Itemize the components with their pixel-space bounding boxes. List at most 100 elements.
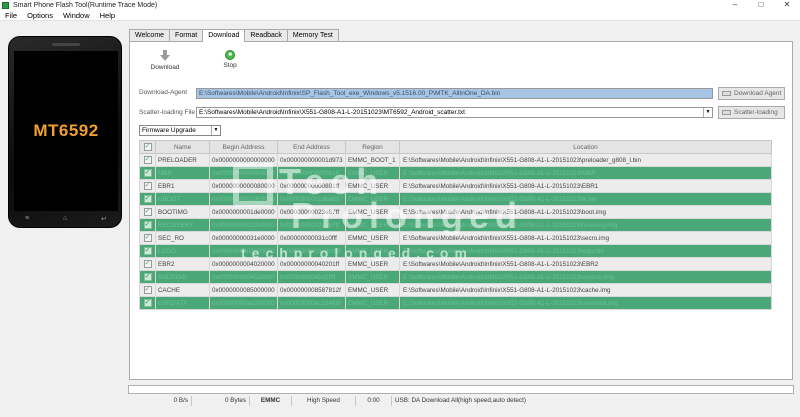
row-checkbox-cell[interactable]: ✓ [139, 231, 156, 245]
table-row[interactable]: ✓ PRELOADER 0x0000000000000000 0x0000000000… [139, 153, 772, 167]
row-checkbox-cell[interactable]: ✓ [139, 270, 156, 284]
checkbox[interactable]: ✓ [143, 156, 152, 164]
tab-memory-test[interactable]: Memory Test [286, 29, 339, 41]
phone-keys: ≡ ⌂ ↵ [9, 215, 123, 225]
home-key-icon: ⌂ [63, 215, 68, 222]
column-header[interactable]: Name [155, 140, 210, 154]
chevron-down-icon[interactable]: ▼ [211, 126, 220, 135]
file-icon [722, 110, 731, 115]
scatter-loading-button-label: Scatter-loading [734, 109, 778, 116]
stop-icon: ■ [225, 50, 235, 60]
checkbox[interactable]: ✓ [143, 299, 152, 307]
end-address-cell: 0x0000000003c9b35f [277, 244, 346, 258]
table-row[interactable]: ✓ SEC_RO 0x00000000031e0000 0x00000000031c0… [139, 231, 772, 245]
row-checkbox-cell[interactable]: ✓ [139, 179, 156, 193]
column-header[interactable]: End Address [277, 140, 346, 154]
begin-address-cell: 0x0000000001de0000 [209, 205, 278, 219]
checkbox[interactable]: ✓ [143, 286, 152, 294]
maximize-button[interactable]: □ [748, 0, 774, 10]
row-checkbox-cell[interactable]: ✓ [139, 166, 156, 180]
row-checkbox-cell[interactable]: ✓ [139, 192, 156, 206]
table-row[interactable]: ✓ RECOVERY 0x00000000023e0000 0x0000000002a… [139, 218, 772, 232]
tab-format[interactable]: Format [169, 29, 204, 41]
menu-window[interactable]: Window [58, 11, 95, 20]
checkbox[interactable]: ✓ [143, 169, 152, 177]
download-panel: Download ■ Stop Download-Agent E:\Softwa… [129, 41, 793, 380]
column-header[interactable]: Begin Address [209, 140, 278, 154]
table-row[interactable]: ✓ EBR2 0x0000000004020000 0x00000000040201f… [139, 257, 772, 271]
column-header[interactable]: Location [399, 140, 772, 154]
partition-name-cell: CACHE [155, 283, 210, 297]
column-header[interactable]: Region [345, 140, 400, 154]
minimize-button[interactable]: – [722, 0, 748, 10]
region-cell: EMMC_USER [345, 192, 400, 206]
row-checkbox-cell[interactable]: ✓ [139, 205, 156, 219]
checkbox[interactable]: ✓ [143, 208, 152, 216]
begin-address-cell: 0x0000000003b00000 [209, 244, 278, 258]
row-checkbox-cell[interactable]: ✓ [139, 257, 156, 271]
download-agent-field[interactable]: E:\Softwares\Mobile\Android\Infinix\SP_F… [196, 88, 713, 99]
menu-options[interactable]: Options [22, 11, 58, 20]
checkbox[interactable]: ✓ [143, 143, 152, 151]
scatter-loading-button[interactable]: Scatter-loading [718, 106, 785, 119]
table-header-row: ✓ Name Begin Address End Address Region … [139, 140, 772, 154]
begin-address-cell: 0x0000000000080000 [209, 179, 278, 193]
mode-select[interactable]: Firmware Upgrade ▼ [139, 125, 221, 136]
checkbox[interactable]: ✓ [143, 273, 152, 281]
partition-name-cell: SEC_RO [155, 231, 210, 245]
status-storage: EMMC [250, 396, 292, 406]
menu-help[interactable]: Help [95, 11, 120, 20]
status-usb: USB: DA Download All(high speed,auto det… [395, 397, 526, 404]
table-row[interactable]: ✓ LOGO 0x0000000003b00000 0x0000000003c9b35… [139, 244, 772, 258]
window-controls: – □ ✕ [722, 0, 800, 10]
begin-address-cell: 0x00000000023e0000 [209, 218, 278, 232]
checkbox[interactable]: ✓ [143, 182, 152, 190]
download-agent-button[interactable]: Download Agent [718, 87, 785, 100]
menu-file[interactable]: File [0, 11, 22, 20]
tab-readback[interactable]: Readback [244, 29, 288, 41]
row-checkbox-cell[interactable]: ✓ [139, 296, 156, 310]
table-row[interactable]: ✓ MBR 0x0000000000000000 0x00000000000001ff… [139, 166, 772, 180]
row-checkbox-cell[interactable]: ✓ [139, 283, 156, 297]
row-checkbox-cell[interactable]: ✓ [139, 244, 156, 258]
region-cell: EMMC_USER [345, 270, 400, 284]
region-cell: EMMC_USER [345, 179, 400, 193]
row-checkbox-cell[interactable]: ✓ [139, 153, 156, 167]
partition-name-cell: PRELOADER [155, 153, 210, 167]
chip-label: MT6592 [33, 121, 99, 140]
stop-button[interactable]: ■ Stop [210, 50, 250, 76]
chevron-down-icon[interactable]: ▼ [703, 108, 712, 117]
table-row[interactable]: ✓ CACHE 0x0000000085000000 0x00000000858781… [139, 283, 772, 297]
window-title: Smart Phone Flash Tool(Runtime Trace Mod… [13, 1, 158, 9]
location-cell: E:\Softwares\Mobile\Android\Infinix\X551… [399, 218, 772, 232]
mode-select-value: Firmware Upgrade [142, 127, 196, 134]
end-address-cell: 0x00000000000001ff [277, 166, 346, 180]
end-address-cell: 0x00000000031c0fff [277, 231, 346, 245]
scatter-loading-field[interactable]: E:\Softwares\Mobile\Android\Infinix\X551… [196, 107, 713, 118]
table-row[interactable]: ✓ EBR1 0x0000000000080000 0x00000000000801f… [139, 179, 772, 193]
begin-address-cell: 0x0000000001d60000 [209, 192, 278, 206]
status-speed: 0 B/s [128, 396, 192, 406]
table-row[interactable]: ✓ ANDROID 0x0000000004520000 0x000000004bd3… [139, 270, 772, 284]
tab-welcome[interactable]: Welcome [129, 29, 171, 41]
table-row[interactable]: ✓ USRDATA 0x00000000ab200000 0x00000000ac2d… [139, 296, 772, 310]
region-cell: EMMC_USER [345, 231, 400, 245]
region-cell: EMMC_USER [345, 218, 400, 232]
checkbox[interactable]: ✓ [143, 195, 152, 203]
select-all-header[interactable]: ✓ [139, 140, 156, 154]
checkbox[interactable]: ✓ [143, 221, 152, 229]
region-cell: EMMC_USER [345, 205, 400, 219]
table-row[interactable]: ✓ UBOOT 0x0000000001d60000 0x0000000001dba6… [139, 192, 772, 206]
partition-name-cell: MBR [155, 166, 210, 180]
status-time: 0:00 [356, 396, 392, 406]
checkbox[interactable]: ✓ [143, 234, 152, 242]
checkbox[interactable]: ✓ [143, 247, 152, 255]
location-cell: E:\Softwares\Mobile\Android\Infinix\X551… [399, 270, 772, 284]
checkbox[interactable]: ✓ [143, 260, 152, 268]
row-checkbox-cell[interactable]: ✓ [139, 218, 156, 232]
download-button[interactable]: Download [145, 50, 185, 76]
tab-download[interactable]: Download [202, 29, 246, 42]
partition-table: ✓ Name Begin Address End Address Region … [139, 140, 772, 310]
close-button[interactable]: ✕ [774, 0, 800, 10]
table-row[interactable]: ✓ BOOTIMG 0x0000000001de0000 0x00000000023e… [139, 205, 772, 219]
